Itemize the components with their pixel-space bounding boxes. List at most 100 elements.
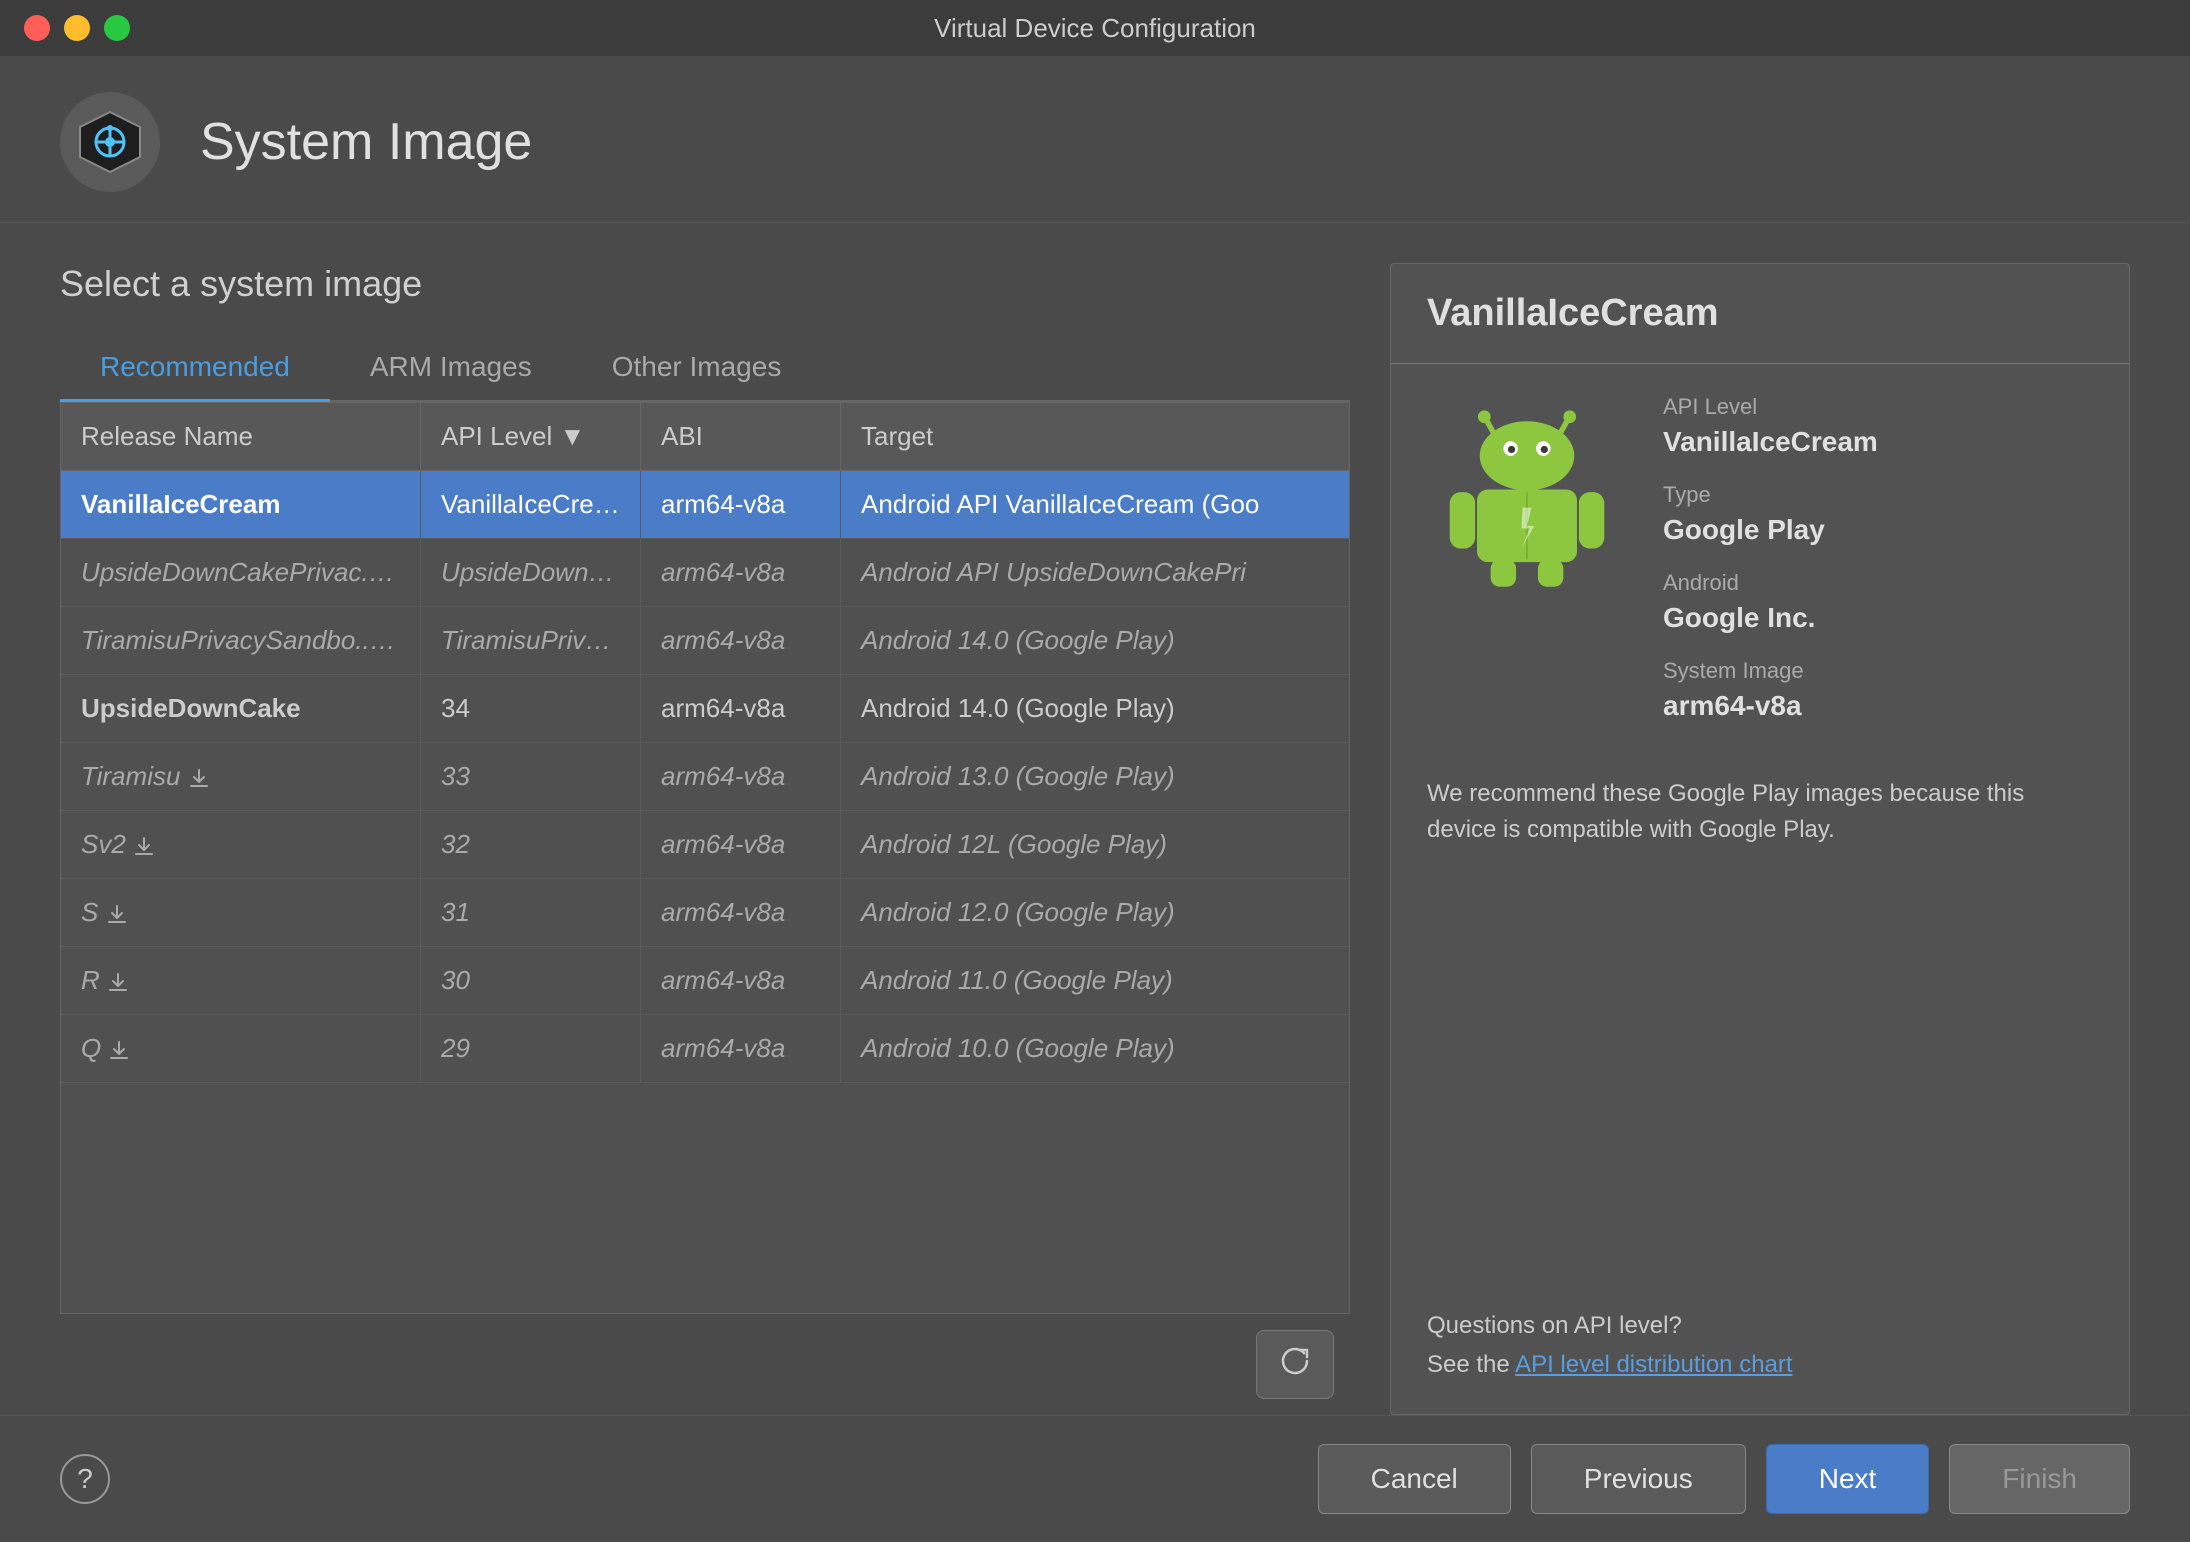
section-title: Select a system image [60, 263, 1350, 305]
cell-abi-4: arm64-v8a [641, 743, 841, 810]
window-controls [24, 15, 130, 41]
tab-recommended[interactable]: Recommended [60, 335, 330, 402]
right-panel-body: API Level VanillaIceCream Type Google Pl… [1391, 364, 2129, 776]
cell-release-6: S [61, 879, 421, 946]
left-panel: Select a system image Recommended ARM Im… [60, 263, 1350, 1415]
cell-release-4: Tiramisu [61, 743, 421, 810]
cell-api-6: 31 [421, 879, 641, 946]
cell-release-2: TiramisuPrivacySandbo... [61, 607, 421, 674]
cell-target-6: Android 12.0 (Google Play) [841, 879, 1349, 946]
cell-release-3: UpsideDownCake [61, 675, 421, 742]
col-header-api[interactable]: API Level ▼ [421, 403, 641, 470]
cell-target-7: Android 11.0 (Google Play) [841, 947, 1349, 1014]
cell-release-8: Q [61, 1015, 421, 1082]
right-panel: VanillaIceCream [1390, 263, 2130, 1415]
cell-api-2: TiramisuPrivacyS [421, 607, 641, 674]
col-header-abi: ABI [641, 403, 841, 470]
table-row[interactable]: S 31arm64-v8aAndroid 12.0 (Google Play) [61, 879, 1349, 947]
studio-icon-svg [75, 107, 145, 177]
type-value: Google Play [1663, 514, 2093, 546]
minimize-button[interactable] [64, 15, 90, 41]
download-icon-5[interactable] [126, 829, 155, 859]
table-row[interactable]: Tiramisu 33arm64-v8aAndroid 13.0 (Google… [61, 743, 1349, 811]
next-button[interactable]: Next [1766, 1444, 1930, 1514]
maximize-button[interactable] [104, 15, 130, 41]
cell-abi-8: arm64-v8a [641, 1015, 841, 1082]
type-label: Type [1663, 482, 2093, 508]
col-header-target: Target [841, 403, 1349, 470]
app-icon [60, 92, 160, 192]
window-title: Virtual Device Configuration [934, 13, 1256, 44]
footer: ? Cancel Previous Next Finish [0, 1415, 2190, 1542]
cell-abi-2: arm64-v8a [641, 607, 841, 674]
cell-abi-1: arm64-v8a [641, 539, 841, 606]
page-title: System Image [200, 112, 532, 172]
cancel-button[interactable]: Cancel [1318, 1444, 1511, 1514]
cell-api-7: 30 [421, 947, 641, 1014]
cell-api-5: 32 [421, 811, 641, 878]
info-section: API Level VanillaIceCream Type Google Pl… [1663, 394, 2093, 746]
download-icon-2[interactable] [377, 625, 406, 655]
table-row[interactable]: UpsideDownCake34arm64-v8aAndroid 14.0 (G… [61, 675, 1349, 743]
download-icon-8[interactable] [101, 1033, 130, 1063]
cell-abi-7: arm64-v8a [641, 947, 841, 1014]
api-level-value: VanillaIceCream [1663, 426, 2093, 458]
cell-abi-0: arm64-v8a [641, 471, 841, 538]
content-area: Select a system image Recommended ARM Im… [0, 223, 2190, 1415]
tab-arm-images[interactable]: ARM Images [330, 335, 572, 402]
tab-bar: Recommended ARM Images Other Images [60, 335, 1350, 402]
cell-target-2: Android 14.0 (Google Play) [841, 607, 1349, 674]
cell-release-0: VanillaIceCream [61, 471, 421, 538]
cell-target-8: Android 10.0 (Google Play) [841, 1015, 1349, 1082]
download-icon-1[interactable] [383, 557, 412, 587]
table-footer [60, 1314, 1350, 1415]
api-level-label: API Level [1663, 394, 2093, 420]
cell-target-1: Android API UpsideDownCakePri [841, 539, 1349, 606]
cell-api-8: 29 [421, 1015, 641, 1082]
see-text: See the [1427, 1351, 1510, 1378]
table-row[interactable]: TiramisuPrivacySandbo... TiramisuPrivacy… [61, 607, 1349, 675]
android-value: Google Inc. [1663, 602, 2093, 634]
footer-left: ? [60, 1454, 110, 1504]
cell-abi-5: arm64-v8a [641, 811, 841, 878]
page-header: System Image [0, 56, 2190, 223]
tab-other-images[interactable]: Other Images [572, 335, 822, 402]
refresh-button[interactable] [1256, 1330, 1334, 1399]
titlebar: Virtual Device Configuration [0, 0, 2190, 56]
system-image-table: Release Name API Level ▼ ABI Target Vani… [60, 402, 1350, 1314]
download-icon-6[interactable] [98, 897, 127, 927]
cell-release-7: R [61, 947, 421, 1014]
finish-button: Finish [1949, 1444, 2130, 1514]
table-body: VanillaIceCreamVanillaIceCreamarm64-v8aA… [61, 471, 1349, 1313]
previous-button[interactable]: Previous [1531, 1444, 1746, 1514]
table-row[interactable]: R 30arm64-v8aAndroid 11.0 (Google Play) [61, 947, 1349, 1015]
table-row[interactable]: UpsideDownCakePrivac... UpsideDownCakarm… [61, 539, 1349, 607]
table-row[interactable]: Sv2 32arm64-v8aAndroid 12L (Google Play) [61, 811, 1349, 879]
system-image-label: System Image [1663, 658, 2093, 684]
refresh-icon [1277, 1343, 1313, 1379]
selected-image-title: VanillaIceCream [1427, 292, 1719, 334]
questions-text: Questions on API level? [1427, 1312, 1682, 1339]
cell-abi-6: arm64-v8a [641, 879, 841, 946]
table-row[interactable]: VanillaIceCreamVanillaIceCreamarm64-v8aA… [61, 471, 1349, 539]
download-icon-4[interactable] [180, 761, 209, 791]
cell-abi-3: arm64-v8a [641, 675, 841, 742]
help-button[interactable]: ? [60, 1454, 110, 1504]
android-robot-svg [1432, 394, 1622, 594]
table-row[interactable]: Q 29arm64-v8aAndroid 10.0 (Google Play) [61, 1015, 1349, 1083]
android-robot [1427, 394, 1627, 746]
table-header: Release Name API Level ▼ ABI Target [61, 403, 1349, 471]
cell-target-3: Android 14.0 (Google Play) [841, 675, 1349, 742]
cell-target-0: Android API VanillaIceCream (Goo [841, 471, 1349, 538]
cell-api-4: 33 [421, 743, 641, 810]
main-window: System Image Select a system image Recom… [0, 56, 2190, 1542]
cell-release-5: Sv2 [61, 811, 421, 878]
api-distribution-link[interactable]: API level distribution chart [1515, 1351, 1792, 1378]
download-icon-7[interactable] [100, 965, 129, 995]
right-panel-header: VanillaIceCream [1391, 264, 2129, 364]
close-button[interactable] [24, 15, 50, 41]
recommendation-text: We recommend these Google Play images be… [1391, 776, 2129, 1307]
cell-api-3: 34 [421, 675, 641, 742]
cell-api-1: UpsideDownCak [421, 539, 641, 606]
cell-target-5: Android 12L (Google Play) [841, 811, 1349, 878]
